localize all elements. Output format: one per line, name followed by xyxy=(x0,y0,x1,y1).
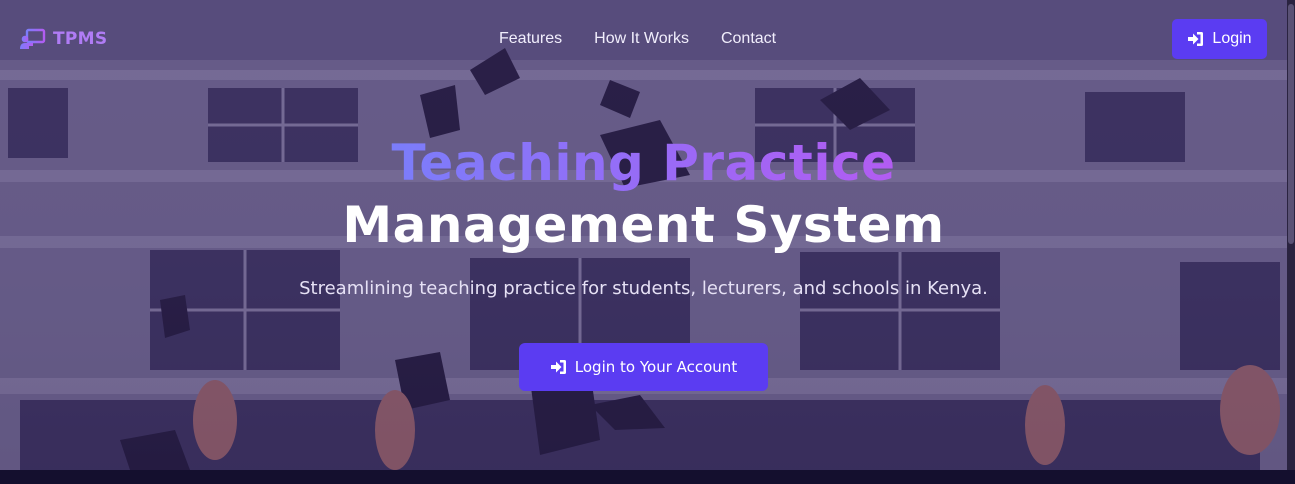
nav-login-label: Login xyxy=(1212,30,1252,47)
sign-in-icon xyxy=(1188,32,1204,46)
brand-name: TPMS xyxy=(53,29,108,49)
scrollbar[interactable] xyxy=(1287,0,1295,470)
brand-logo-link[interactable]: TPMS xyxy=(20,28,107,50)
nav-link-contact[interactable]: Contact xyxy=(721,30,776,48)
nav-login-button[interactable]: Login xyxy=(1172,19,1267,59)
landing-page: TPMS Features How It Works Contact Login… xyxy=(0,0,1295,484)
hero-subtitle: Streamlining teaching practice for stude… xyxy=(299,278,988,299)
sign-in-icon xyxy=(550,360,566,374)
next-section-edge xyxy=(0,470,1295,484)
hero-title: Teaching Practice Management System xyxy=(0,132,1287,256)
nav-link-how-it-works[interactable]: How It Works xyxy=(594,30,689,48)
login-to-account-button[interactable]: Login to Your Account xyxy=(519,343,768,391)
cta-label: Login to Your Account xyxy=(574,358,738,376)
chalkboard-teacher-icon xyxy=(20,28,46,49)
scrollbar-thumb[interactable] xyxy=(1288,4,1294,244)
nav-link-features[interactable]: Features xyxy=(499,30,562,48)
hero-title-highlight: Teaching Practice xyxy=(391,134,896,192)
hero-title-main: Management System xyxy=(342,196,945,254)
main-nav: Features How It Works Contact xyxy=(499,30,776,48)
